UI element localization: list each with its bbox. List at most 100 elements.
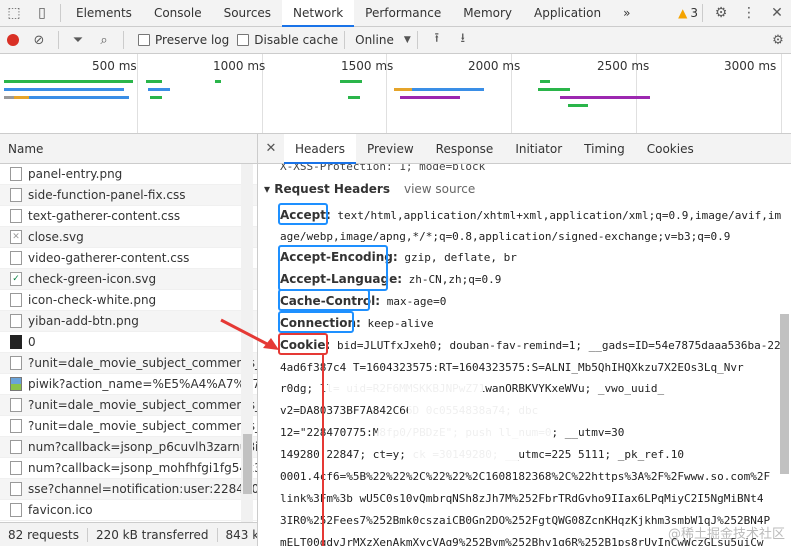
requests-scrollbar-thumb[interactable] xyxy=(243,434,252,494)
waterfall-bar xyxy=(4,88,124,91)
header-accept: Accept: text/html,application/xhtml+xml,… xyxy=(280,205,781,226)
accept-value: text/html,application/xhtml+xml,applicat… xyxy=(337,209,782,222)
request-headers-section[interactable]: ▾ Request Headers view source xyxy=(264,182,475,196)
details-scrollbar-thumb[interactable] xyxy=(780,314,789,474)
request-row[interactable]: num?callback=jsonp_mohfhfgi1fg54x3 xyxy=(0,458,257,479)
timeline-tick-label: 3000 ms xyxy=(724,59,777,73)
timeline-tick-label: 2000 ms xyxy=(468,59,521,73)
export-har-icon[interactable]: ⭳ xyxy=(450,27,476,53)
tab-memory[interactable]: Memory xyxy=(452,0,523,27)
disclosure-triangle-icon: ▾ xyxy=(264,182,275,196)
request-name: piwik?action_name=%E5%A4%A7%E7% xyxy=(28,377,257,391)
checkbox-box[interactable] xyxy=(138,34,150,46)
request-row[interactable]: ✕ close.svg xyxy=(0,227,257,248)
import-har-icon[interactable]: ⭱ xyxy=(424,27,450,53)
request-row[interactable]: piwik?action_name=%E5%A4%A7%E7% xyxy=(0,374,257,395)
more-options-icon[interactable]: ⋮ xyxy=(735,0,763,27)
request-row[interactable]: icon-check-white.png xyxy=(0,290,257,311)
request-name: num?callback=jsonp_p6cuvlh3zarnu8i xyxy=(28,440,257,454)
request-row[interactable]: ?unit=dale_movie_subject_comments_bo xyxy=(0,416,257,437)
tab-initiator[interactable]: Initiator xyxy=(504,134,573,164)
tab-sources[interactable]: Sources xyxy=(213,0,282,27)
file-icon xyxy=(10,419,22,433)
tab-response[interactable]: Response xyxy=(425,134,505,164)
request-row[interactable]: ✓ check-green-icon.svg xyxy=(0,269,257,290)
filter-icon[interactable]: ⏷ xyxy=(65,27,91,53)
checkbox-box[interactable] xyxy=(237,34,250,46)
request-row[interactable]: text-gatherer-content.css xyxy=(0,206,257,227)
network-settings-gear-icon[interactable]: ⚙ xyxy=(765,27,791,53)
file-icon xyxy=(10,440,22,454)
warnings-counter[interactable]: ▲ 3 xyxy=(678,6,698,20)
file-icon xyxy=(10,293,22,307)
accept-value-cont: age/webp,image/apng,*/*;q=0.8,applicatio… xyxy=(280,230,731,243)
divider xyxy=(416,31,418,49)
search-icon[interactable]: ⌕ xyxy=(91,27,117,53)
settings-gear-icon[interactable]: ⚙ xyxy=(707,0,735,27)
network-summary-bar: 82 requests 220 kB transferred 843 kB r xyxy=(0,522,257,546)
divider xyxy=(702,4,703,22)
request-row[interactable]: num?callback=jsonp_p6cuvlh3zarnu8i xyxy=(0,437,257,458)
request-count: 82 requests xyxy=(0,527,88,542)
tab-network[interactable]: Network xyxy=(282,0,355,27)
tab-console[interactable]: Console xyxy=(143,0,213,27)
close-details-icon[interactable]: ✕ xyxy=(258,141,284,156)
divider xyxy=(123,31,124,49)
tab-performance[interactable]: Performance xyxy=(354,0,452,27)
image-file-icon xyxy=(10,377,22,391)
request-name: 0 xyxy=(28,335,36,349)
request-name: sse?channel=notification:user:22847077 xyxy=(28,482,257,496)
tab-cookies[interactable]: Cookies xyxy=(636,134,705,164)
request-row[interactable]: panel-entry.png xyxy=(0,164,257,185)
network-overview-timeline[interactable]: 500 ms 1000 ms 1500 ms 2000 ms 2500 ms 3… xyxy=(0,54,791,134)
blur-redaction xyxy=(328,382,483,398)
device-toolbar-icon[interactable]: ▯ xyxy=(28,0,56,27)
inspect-element-icon[interactable]: ⬚ xyxy=(0,0,28,27)
disable-cache-checkbox[interactable]: Disable cache xyxy=(237,33,338,47)
file-icon xyxy=(10,356,22,370)
file-icon xyxy=(10,167,22,181)
view-source-link[interactable]: view source xyxy=(404,182,475,196)
request-name: panel-entry.png xyxy=(28,167,123,181)
request-row[interactable]: side-function-panel-fix.css xyxy=(0,185,257,206)
request-name: num?callback=jsonp_mohfhfgi1fg54x3 xyxy=(28,461,257,475)
throttling-value: Online xyxy=(355,33,394,47)
file-icon xyxy=(10,251,22,265)
timeline-tick-label: 2500 ms xyxy=(597,59,650,73)
highlight-box-cache-control xyxy=(278,289,370,311)
network-toolbar: ⊘ ⏷ ⌕ Preserve log Disable cache Online … xyxy=(0,27,791,54)
preserve-log-checkbox[interactable]: Preserve log xyxy=(138,33,229,47)
failed-request-icon: ✕ xyxy=(10,230,22,244)
tab-preview[interactable]: Preview xyxy=(356,134,425,164)
request-row[interactable]: ?unit=dale_movie_subject_comments_bo xyxy=(0,395,257,416)
record-icon[interactable] xyxy=(0,27,26,53)
divider xyxy=(344,31,346,49)
annotation-arrow xyxy=(220,318,279,350)
transferred-size: 220 kB transferred xyxy=(88,527,218,542)
timeline-tick-label: 1500 ms xyxy=(341,59,394,73)
throttling-select[interactable]: Online ▼ xyxy=(355,33,411,47)
request-row[interactable]: video-gatherer-content.css xyxy=(0,248,257,269)
file-icon xyxy=(10,482,22,496)
clear-icon[interactable]: ⊘ xyxy=(26,27,52,53)
tab-headers[interactable]: Headers xyxy=(284,134,356,164)
name-column-header[interactable]: Name xyxy=(0,134,257,164)
request-headers-title: Request Headers xyxy=(274,182,390,196)
detail-tabs: ✕ Headers Preview Response Initiator Tim… xyxy=(258,134,791,164)
highlight-box-accept-encoding-language xyxy=(278,245,388,291)
request-row[interactable]: sse?channel=notification:user:22847077 xyxy=(0,479,257,500)
file-icon xyxy=(10,461,22,475)
request-name: video-gatherer-content.css xyxy=(28,251,190,265)
more-tabs-button[interactable]: » xyxy=(612,0,641,27)
request-name: close.svg xyxy=(28,230,84,244)
close-devtools-icon[interactable]: ✕ xyxy=(763,0,791,27)
file-icon xyxy=(10,188,22,202)
waterfall-bar xyxy=(150,96,162,99)
tab-elements[interactable]: Elements xyxy=(65,0,143,27)
tab-timing[interactable]: Timing xyxy=(573,134,636,164)
request-row[interactable]: ?unit=dale_movie_subject_comments_bo xyxy=(0,353,257,374)
disable-cache-label: Disable cache xyxy=(254,33,339,47)
tab-application[interactable]: Application xyxy=(523,0,612,27)
black-file-icon xyxy=(10,335,22,349)
request-row[interactable]: favicon.ico xyxy=(0,500,257,521)
